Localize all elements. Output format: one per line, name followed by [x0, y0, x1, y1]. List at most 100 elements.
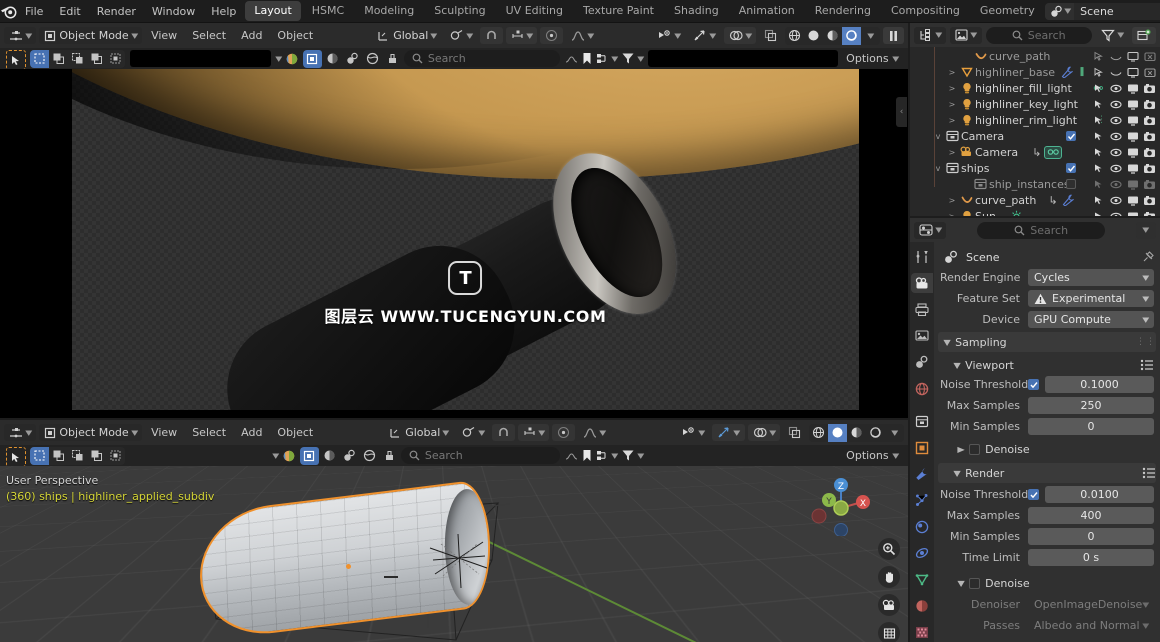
viewport-subpanel-header[interactable]: ▼ Viewport — [940, 355, 1154, 375]
viewport-bottom-search[interactable]: Search — [401, 447, 561, 464]
disable-render-icon[interactable] — [1141, 99, 1158, 110]
object-visibility-dropdown[interactable]: ▼ — [652, 27, 685, 44]
select-mode-group[interactable] — [30, 50, 125, 68]
shading-wireframe-icon[interactable] — [785, 27, 804, 45]
select-invert-icon[interactable] — [87, 447, 106, 465]
bookmark-icon[interactable] — [581, 52, 593, 65]
select-toggle-icon[interactable] — [1090, 83, 1107, 94]
disable-render-icon[interactable] — [1141, 179, 1158, 190]
render-max-samples-row[interactable]: Max Samples 400 — [940, 506, 1154, 525]
constraint-icon[interactable] — [1044, 146, 1062, 159]
object-visibility-dropdown[interactable]: ▼ — [676, 424, 709, 441]
render-time-limit-value[interactable]: 0 s — [1028, 549, 1154, 566]
disclosure-triangle[interactable]: > — [946, 196, 958, 205]
collection-visibility-icon[interactable] — [283, 52, 301, 66]
select-box-icon[interactable] — [30, 447, 49, 465]
proportional-edit-toggle[interactable] — [552, 424, 575, 441]
mode-icons-group[interactable] — [303, 50, 402, 68]
render-noise-threshold-row[interactable]: Noise Threshold 0.0100 — [940, 485, 1154, 504]
viewport-min-samples-value[interactable]: 0 — [1028, 418, 1154, 435]
data-tab[interactable] — [911, 570, 933, 589]
viewport-denoise-subpanel-header[interactable]: ▶ Denoise — [940, 439, 1154, 459]
viewport-max-samples-value[interactable]: 250 — [1028, 397, 1154, 414]
viewlayer-tab[interactable] — [911, 326, 933, 345]
hide-toggle-icon[interactable] — [1107, 195, 1124, 206]
constraints-tab[interactable] — [911, 543, 933, 562]
pivot-point-dropdown[interactable]: ▼ — [457, 424, 489, 441]
viewport-bottom-filter-group[interactable]: ▼ ▼ — [562, 449, 646, 462]
outliner-row-sun[interactable]: > Sun — [910, 208, 1160, 216]
shading-options-chevron[interactable]: ▼ — [861, 27, 880, 45]
viewport-top-menu-view[interactable]: View — [145, 28, 183, 43]
chevron-down-icon[interactable]: ▼ — [272, 452, 279, 460]
viewport-top-menu-object[interactable]: Object — [271, 28, 319, 43]
workspace-tab-rendering[interactable]: Rendering — [806, 1, 880, 21]
feature-set-row[interactable]: Feature Set Experimental ▼ — [940, 289, 1154, 308]
select-intersect-icon[interactable] — [106, 447, 125, 465]
hide-toggle-icon[interactable] — [1107, 179, 1124, 190]
disable-viewport-icon[interactable] — [1124, 147, 1141, 158]
wrench-modifier-icon[interactable] — [1061, 66, 1074, 78]
preset-list-icon[interactable] — [1140, 359, 1154, 371]
chevron-down-icon[interactable]: ▼ — [612, 452, 619, 460]
select-toggle-icon[interactable] — [1090, 211, 1107, 217]
feature-set-dropdown[interactable]: Experimental ▼ — [1028, 290, 1154, 307]
disable-render-icon[interactable] — [1141, 115, 1158, 126]
mode-sculpt-icon[interactable] — [320, 447, 339, 465]
viewport-noise-threshold-checkbox[interactable] — [1028, 379, 1039, 390]
outliner-row-highliner-base[interactable]: > highliner_base ❚ — [910, 64, 1160, 80]
select-toggle-icon[interactable] — [1090, 147, 1107, 158]
viewport-top-options-button[interactable]: Options ▼ — [840, 51, 904, 66]
disclosure-triangle[interactable]: > — [946, 116, 958, 125]
gizmo-dropdown[interactable]: ▼ — [688, 27, 720, 44]
proportional-falloff-small-icon[interactable] — [565, 450, 578, 462]
object-mode-dropdown[interactable]: Object Mode ▼ — [39, 424, 142, 441]
viewport-top-menu-select[interactable]: Select — [186, 28, 232, 43]
select-intersect-icon[interactable] — [106, 50, 125, 68]
select-toggle-icon[interactable] — [1090, 51, 1107, 62]
workspace-tab-layout[interactable]: Layout — [245, 1, 300, 21]
hide-toggle-icon[interactable] — [1107, 211, 1124, 217]
properties-search-input[interactable]: Search — [977, 222, 1105, 239]
disclosure-triangle[interactable]: > — [946, 212, 958, 217]
snap-to-dropdown[interactable]: ▼ — [506, 27, 537, 44]
proportional-edit-toggle[interactable] — [540, 27, 563, 44]
transform-orientation-dropdown[interactable]: Global ▼ — [372, 27, 441, 44]
scene-name[interactable]: Scene — [1074, 3, 1160, 20]
snap-toggle[interactable] — [480, 27, 503, 44]
xray-toggle[interactable] — [759, 27, 782, 44]
outliner-row-camera-collection[interactable]: v Camera — [910, 128, 1160, 144]
disclosure-triangle[interactable]: > — [946, 148, 958, 157]
workspace-tab-uv-editing[interactable]: UV Editing — [497, 1, 572, 21]
material-tab[interactable] — [911, 596, 933, 615]
shading-options-chevron[interactable]: ▼ — [885, 424, 904, 442]
selected-mesh-object[interactable] — [150, 476, 570, 642]
select-mode-group[interactable] — [30, 447, 125, 465]
viewport-max-samples-row[interactable]: Max Samples 250 — [940, 396, 1154, 415]
select-toggle-icon[interactable] — [1090, 67, 1107, 78]
render-time-limit-row[interactable]: Time Limit 0 s — [940, 548, 1154, 567]
scene-selector[interactable]: ▼ Scene 4 ✕ — [1045, 3, 1160, 20]
editor-type-icon[interactable]: ▼ — [4, 27, 36, 44]
viewport-denoise-checkbox[interactable] — [969, 444, 980, 455]
render-preview-image[interactable]: T 图层云 WWW.TUCENGYUN.COM — [72, 69, 859, 410]
menu-edit[interactable]: Edit — [51, 2, 88, 21]
hide-toggle-icon[interactable] — [1107, 99, 1124, 110]
texture-tab[interactable] — [911, 623, 933, 642]
chevron-down-icon[interactable]: ▼ — [275, 55, 282, 63]
workspace-tab-hsmc[interactable]: HSMC — [303, 1, 353, 21]
scene-icon[interactable]: ▼ — [1045, 3, 1074, 20]
hide-toggle-icon[interactable] — [1107, 67, 1124, 78]
disclosure-triangle[interactable]: > — [946, 84, 958, 93]
sampling-panel-header[interactable]: ▼ Sampling ⋮⋮ — [938, 332, 1156, 352]
outliner-visibility-cells[interactable] — [1090, 160, 1158, 176]
overlays-dropdown[interactable]: ▼ — [724, 27, 756, 44]
proportional-falloff-dropdown[interactable]: ▼ — [578, 424, 610, 441]
viewport-top-search[interactable]: Search — [404, 50, 561, 67]
mode-icons-group[interactable] — [300, 447, 399, 465]
render-noise-threshold-checkbox[interactable] — [1028, 489, 1039, 500]
output-tab[interactable] — [911, 300, 933, 319]
collection-enable-checkbox[interactable] — [1066, 131, 1076, 141]
filter-funnel-icon[interactable]: ▼ — [1096, 27, 1128, 44]
scene-properties-icon[interactable]: ▼ — [914, 222, 946, 239]
